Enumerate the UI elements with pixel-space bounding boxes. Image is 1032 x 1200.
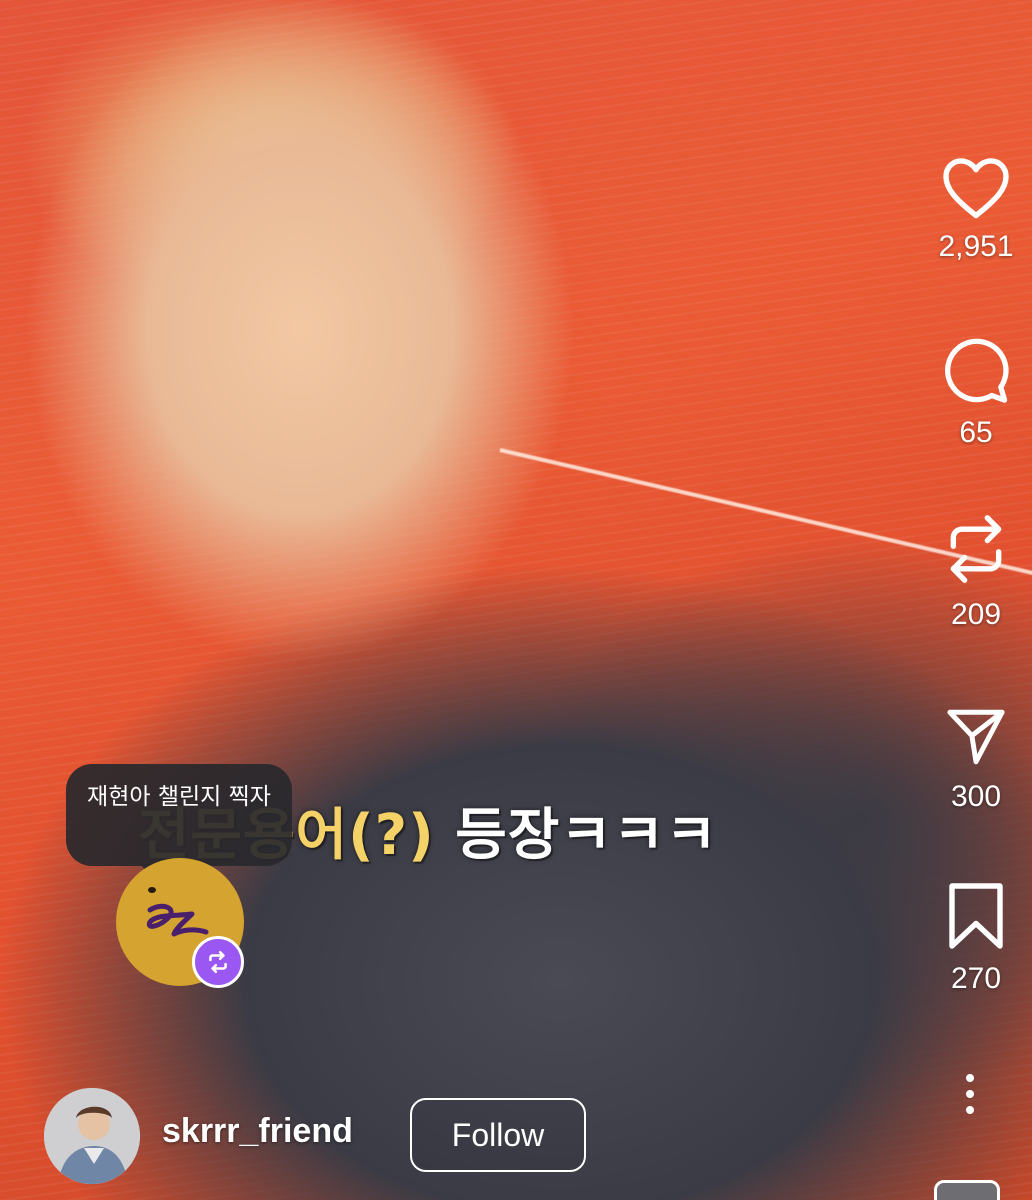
send-icon bbox=[947, 709, 1005, 765]
comment-icon bbox=[945, 338, 1009, 403]
save-count: 270 bbox=[950, 962, 1002, 995]
comment-button[interactable]: 65 bbox=[920, 336, 1032, 450]
reel-viewer: 전문용어(?) 등장ㅋㅋㅋ 재현아 챌린지 찍자 2,951 65 bbox=[0, 0, 1032, 1200]
save-button[interactable]: 270 bbox=[920, 880, 1032, 996]
heart-icon bbox=[943, 158, 1009, 219]
bookmark-icon bbox=[949, 883, 1003, 949]
next-reel-thumbnail[interactable] bbox=[934, 1180, 1000, 1200]
more-vertical-icon[interactable] bbox=[964, 1074, 976, 1122]
repost-icon bbox=[950, 515, 1002, 583]
like-count: 2,951 bbox=[938, 230, 1014, 263]
comment-count: 65 bbox=[959, 416, 993, 449]
avatar-image bbox=[44, 1088, 140, 1184]
repost-count: 209 bbox=[950, 598, 1002, 631]
repost-button[interactable]: 209 bbox=[920, 510, 1032, 632]
comment-text: 재현아 챌린지 찍자 bbox=[87, 784, 271, 810]
author-username[interactable]: skrrr_friend bbox=[162, 1112, 353, 1151]
repost-badge bbox=[192, 936, 244, 988]
like-button[interactable]: 2,951 bbox=[920, 154, 1032, 264]
caption-text: 등장ㅋㅋㅋ bbox=[434, 803, 718, 868]
author-avatar[interactable] bbox=[44, 1088, 140, 1184]
reel-video[interactable] bbox=[0, 0, 1032, 1200]
repost-icon bbox=[209, 950, 227, 974]
comment-bubble[interactable]: 재현아 챌린지 찍자 bbox=[66, 764, 292, 866]
share-count: 300 bbox=[950, 780, 1002, 813]
share-button[interactable]: 300 bbox=[920, 704, 1032, 814]
follow-button[interactable]: Follow bbox=[410, 1098, 586, 1172]
